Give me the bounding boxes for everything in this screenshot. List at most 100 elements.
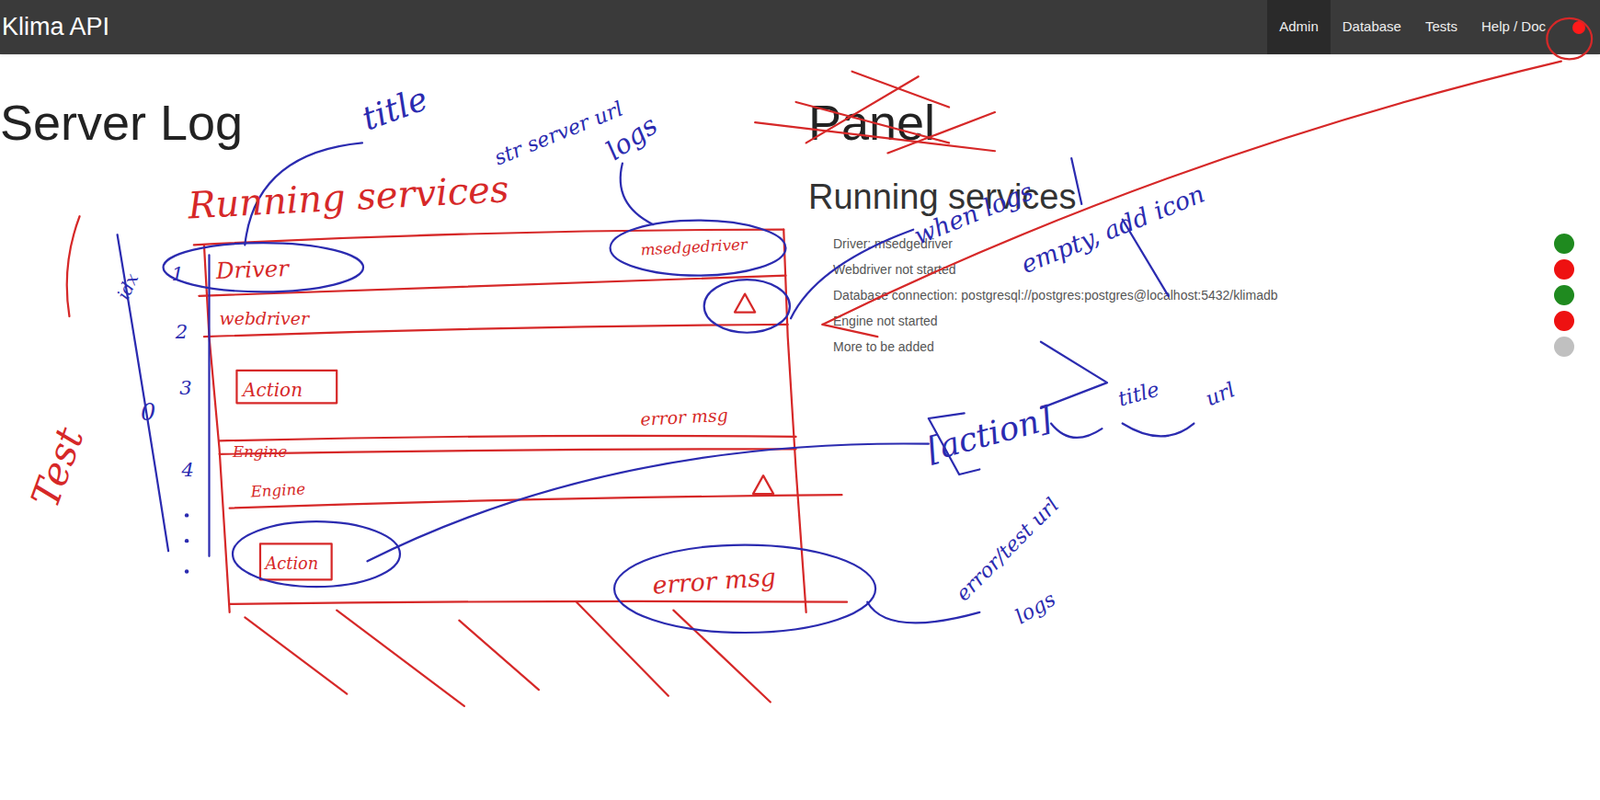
service-text: More to be added: [833, 337, 935, 357]
red-stroke: [576, 602, 669, 697]
annotation-label: empty, add icon: [1017, 179, 1209, 279]
annotation-label: str server url: [491, 96, 627, 171]
annotation-label: [action]: [922, 399, 1056, 469]
service-text: Database connection: postgresql://postgr…: [833, 285, 1279, 306]
annotation-label: logs: [1010, 586, 1060, 629]
red-stroke: [229, 494, 843, 508]
red-stroke: [67, 216, 80, 317]
red-stroke: [198, 275, 786, 297]
annotation-label: 4: [181, 457, 195, 481]
red-stroke: [194, 229, 784, 246]
panel-subtitle: Running services: [808, 176, 1575, 218]
annotation-label: when logs: [909, 176, 1037, 251]
nav-item[interactable]: Database: [1330, 0, 1414, 55]
red-stroke: [204, 244, 230, 612]
nav-menu: AdminDatabaseTestsHelp / Doc: [1267, 0, 1600, 55]
annotation-label: 0: [140, 398, 156, 426]
annotation-label: idx: [112, 269, 142, 303]
blue-dot: [184, 538, 189, 543]
annotation-label: Driver: [214, 254, 290, 285]
annotation-label: webdriver: [219, 308, 310, 329]
red-stroke: [204, 324, 789, 337]
status-dot-icon: [1554, 285, 1575, 306]
annotation-label: Running services: [185, 167, 510, 227]
annotation-label: title: [1115, 377, 1162, 412]
alert-dot-icon: [1572, 21, 1586, 35]
service-text: Webdriver not started: [833, 260, 957, 280]
red-stroke: [783, 229, 806, 613]
annotation-label: error msg: [651, 562, 777, 600]
annotation-label: 1: [171, 262, 183, 286]
red-ellipse: [1546, 18, 1592, 59]
annotation-label: Action: [240, 378, 303, 401]
annotation-label: title: [356, 79, 433, 138]
red-box: [260, 543, 332, 580]
blue-dot: [184, 569, 189, 573]
blue-stroke: [244, 142, 363, 245]
blue-stroke: [1051, 423, 1102, 438]
red-stroke: [822, 61, 1561, 325]
annotation-label: Engine: [249, 480, 306, 501]
panel-title: Panel: [808, 93, 1575, 151]
panel: Panel Running services Driver: msedgedrive…: [800, 54, 1600, 360]
blue-stroke: [366, 443, 928, 561]
server-log-title: Server Log: [0, 93, 800, 151]
annotation-label: 3: [179, 376, 192, 400]
nav-item[interactable]: Admin: [1267, 0, 1331, 55]
blue-stroke: [867, 602, 980, 624]
service-row: Webdriver not started: [833, 256, 1575, 283]
annotation-label: logs: [600, 109, 664, 167]
alert[interactable]: [1557, 0, 1600, 55]
nav-item[interactable]: Tests: [1413, 0, 1470, 55]
red-stroke: [734, 294, 755, 313]
blue-ellipse: [163, 242, 365, 292]
red-stroke: [887, 112, 995, 153]
red-stroke: [852, 71, 949, 108]
blue-ellipse: [614, 545, 876, 633]
annotation-label: url: [1201, 377, 1238, 411]
red-stroke: [806, 76, 919, 143]
blue-stroke: [117, 234, 169, 551]
service-text: Engine not started: [833, 311, 938, 332]
red-stroke: [219, 435, 797, 441]
brand[interactable]: Klima API: [0, 8, 110, 46]
blue-stroke: [928, 412, 980, 475]
status-dot-icon: [1554, 259, 1575, 280]
blue-stroke: [790, 229, 914, 320]
service-text: Driver: msedgedriver: [833, 234, 953, 254]
blue-ellipse: [610, 220, 787, 276]
red-stroke: [229, 601, 847, 605]
red-stroke: [219, 448, 797, 455]
main: Server LogPanel Running services Driver: m…: [0, 54, 1600, 360]
navbar: Klima API AdminDatabaseTestsHelp / Doc: [0, 0, 1600, 55]
red-stroke: [753, 475, 774, 494]
red-stroke: [754, 122, 995, 151]
red-stroke: [822, 324, 878, 337]
blue-stroke: [1122, 219, 1169, 297]
annotation-label: error/test url: [950, 492, 1063, 606]
annotation-layer: Running services msedgedriver Driver webdri…: [0, 0, 1600, 800]
red-stroke: [244, 617, 347, 694]
status-dot-icon: [1554, 336, 1575, 357]
service-row: Driver: msedgedriver: [833, 230, 1575, 257]
annotation-label: 2: [174, 320, 188, 343]
app: Klima APIAdminDatabaseTestsHelp / DocSer…: [0, 0, 1600, 800]
blue-stroke: [1122, 423, 1195, 437]
service-row: More to be added: [833, 333, 1575, 360]
annotation-label: msedgedriver: [640, 235, 749, 259]
blue-stroke: [207, 254, 210, 556]
red-stroke: [796, 102, 949, 143]
nav-item[interactable]: Help / Doc: [1469, 0, 1558, 55]
annotation-label: Test: [22, 421, 92, 514]
annotation-label: Action: [263, 554, 320, 573]
server-log: Server Log: [0, 54, 800, 360]
service-row: Engine not started: [833, 308, 1575, 334]
red-box: [236, 370, 337, 404]
red-stroke: [336, 610, 465, 707]
status-dot-icon: [1554, 310, 1575, 332]
blue-stroke: [1071, 158, 1082, 205]
red-stroke: [673, 610, 770, 703]
blue-ellipse: [704, 279, 790, 333]
red-stroke: [458, 620, 539, 690]
blue-dot: [184, 513, 189, 517]
